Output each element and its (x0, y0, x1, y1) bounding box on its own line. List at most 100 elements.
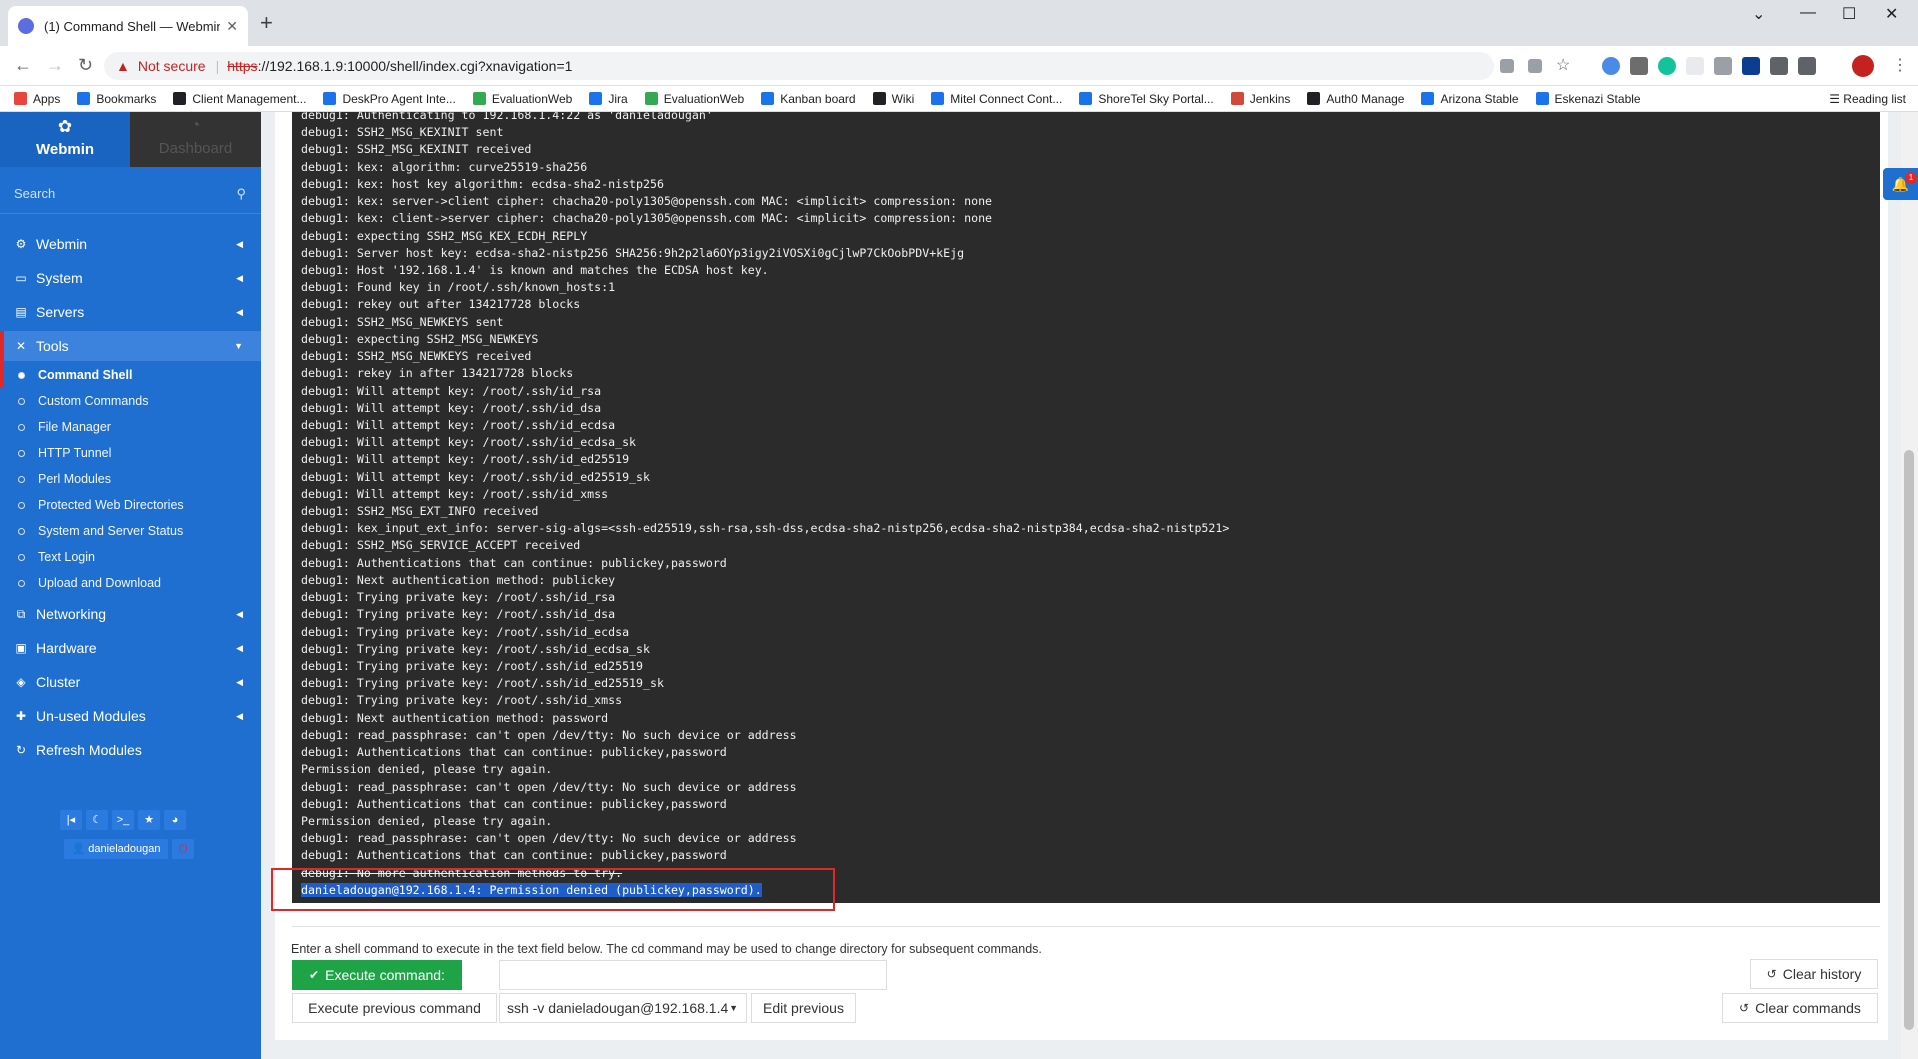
previous-command-value: ssh -v danieladougan@192.168.1.4 (507, 1000, 729, 1016)
sidebar-category-label: System (36, 270, 83, 286)
bookmark-star-icon[interactable]: ☆ (1556, 55, 1574, 74)
clear-commands-button[interactable]: ↺ Clear commands (1722, 993, 1878, 1023)
extension-g-icon[interactable] (1630, 57, 1648, 75)
shell-output-line: debug1: Authenticating to 192.168.1.4:22… (301, 112, 713, 122)
bookmark-item[interactable]: Auth0 Manage (1307, 92, 1404, 106)
bookmark-item[interactable]: DeskPro Agent Inte... (323, 91, 456, 106)
not-secure-label[interactable]: Not secure (138, 58, 206, 74)
forward-icon[interactable]: → (46, 55, 64, 76)
sidebar-category-system[interactable]: ▭ System ◀ (0, 263, 261, 293)
tab-search-icon[interactable]: ⌄ (1752, 4, 1765, 24)
bookmark-label: Jira (608, 91, 628, 106)
browser-tab-bar: (1) Command Shell — Webmin 1 ✕ + ⌄ — ☐ ✕ (0, 0, 1918, 46)
bookmark-item[interactable]: Wiki (872, 92, 914, 106)
sidebar-item-command-shell[interactable]: Command Shell (0, 362, 261, 388)
sidebar-item-http-tunnel[interactable]: HTTP Tunnel (0, 440, 261, 466)
browser-tab[interactable]: (1) Command Shell — Webmin 1 ✕ (8, 6, 248, 46)
bookmark-label: DeskPro Agent Inte... (342, 91, 456, 106)
bookmark-item[interactable]: EvaluationWeb (644, 92, 744, 106)
sidebar-category-tools[interactable]: ✕ Tools ▼ (0, 331, 261, 361)
extension-globe-icon[interactable] (1602, 57, 1620, 75)
sidebar-item-text-login[interactable]: Text Login (0, 544, 261, 570)
search-icon[interactable]: ⚲ (236, 186, 246, 202)
browser-menu-icon[interactable]: ⋮ (1892, 55, 1910, 74)
grammarly-icon[interactable] (1658, 57, 1676, 75)
sidebar-item-system-and-server-status[interactable]: System and Server Status (0, 518, 261, 544)
cluster-icon: ◈ (16, 675, 26, 689)
bookmark-item[interactable]: EvaluationWeb (472, 92, 572, 106)
extension-settings-icon[interactable] (1714, 57, 1732, 75)
close-window-icon[interactable]: ✕ (1885, 4, 1898, 24)
new-tab-button[interactable]: + (260, 12, 273, 34)
edit-previous-button[interactable]: Edit previous (751, 993, 856, 1023)
shell-output-line: debug1: Will attempt key: /root/.ssh/id_… (301, 486, 609, 501)
extension-arc-icon[interactable] (1742, 57, 1760, 75)
extension-blank-icon[interactable] (1686, 57, 1704, 75)
warning-icon: ▲ (116, 58, 130, 74)
shell-output-line: debug1: Authentications that can continu… (301, 848, 727, 863)
reload-icon[interactable]: ↻ (78, 55, 93, 76)
bookmark-item[interactable]: Client Management... (173, 92, 306, 106)
notifications-off-icon[interactable] (1500, 59, 1514, 73)
sidebar-category-webmin[interactable]: ⚙ Webmin ◀ (0, 229, 261, 259)
shell-output-line: debug1: read_passphrase: can't open /dev… (301, 727, 797, 742)
share-icon[interactable] (1528, 59, 1542, 73)
execute-command-button[interactable]: ✔ Execute command: (292, 960, 462, 990)
profile-avatar-icon[interactable] (1852, 55, 1874, 77)
maximize-icon[interactable]: ☐ (1842, 4, 1856, 24)
sidebar-item-protected-web-directories[interactable]: Protected Web Directories (0, 492, 261, 518)
shell-output-line: debug1: Will attempt key: /root/.ssh/id_… (301, 452, 630, 467)
previous-command-select[interactable]: ssh -v danieladougan@192.168.1.4 ▼ (499, 993, 747, 1023)
sidebar-category-hardware[interactable]: ▣ Hardware ◀ (0, 633, 261, 663)
bookmark-item[interactable]: Mitel Connect Cont... (931, 92, 1062, 106)
sidebar-category-un-used-modules[interactable]: ✚ Un-used Modules ◀ (0, 701, 261, 731)
night-mode-icon[interactable]: ☾ (86, 810, 108, 830)
clear-history-button[interactable]: ↺ Clear history (1750, 959, 1878, 989)
reading-list-button[interactable]: ☰ Reading list (1829, 92, 1906, 106)
history-icon: ↺ (1766, 967, 1777, 981)
theme-palette-icon[interactable]: ◕ (164, 810, 186, 830)
sidebar-item-file-manager[interactable]: File Manager (0, 414, 261, 440)
extensions-puzzle-icon[interactable] (1770, 57, 1788, 75)
sidebar-item-upload-and-download[interactable]: Upload and Download (0, 570, 261, 596)
terminal-icon[interactable]: >_ (112, 810, 134, 830)
user-profile-button[interactable]: 👤 danieladougan (64, 839, 168, 859)
shell-output-line: debug1: Host '192.168.1.4' is known and … (301, 262, 769, 277)
bookmark-item[interactable]: Kanban board (761, 91, 856, 106)
url-field[interactable]: ▲ Not secure | https ://192.168.1.9:1000… (104, 52, 1494, 80)
shell-output-line: Permission denied, please try again. (301, 813, 553, 828)
collapse-icon[interactable]: |◂ (60, 810, 82, 830)
back-icon[interactable]: ← (14, 55, 32, 76)
command-input[interactable] (499, 960, 887, 990)
page-scrollbar-thumb[interactable] (1904, 450, 1914, 1030)
logout-icon[interactable]: ⏻ (172, 839, 194, 859)
chevron-down-icon: ▼ (234, 341, 243, 351)
bookmark-item[interactable]: Jenkins (1230, 92, 1290, 106)
bookmark-item[interactable]: Arizona Stable (1421, 92, 1519, 106)
bookmark-item[interactable]: Eskenazi Stable (1535, 92, 1641, 106)
bookmark-item[interactable]: Bookmarks (77, 92, 156, 106)
sidebar-search[interactable]: Search ⚲ (14, 186, 246, 206)
shell-output-line: debug1: rekey in after 134217728 blocks (301, 366, 574, 381)
minimize-icon[interactable]: — (1800, 4, 1816, 22)
tab-close-icon[interactable]: ✕ (226, 18, 238, 35)
sidebar-item-perl-modules[interactable]: Perl Modules (0, 466, 261, 492)
bookmark-item[interactable]: Jira (589, 91, 628, 106)
sidebar-category-servers[interactable]: ▤ Servers ◀ (0, 297, 261, 327)
bookmark-item[interactable]: Apps (14, 92, 60, 106)
webmin-tab[interactable]: ✿ Webmin (0, 112, 130, 167)
sidebar-category-cluster[interactable]: ◈ Cluster ◀ (0, 667, 261, 697)
sidebar-category-refresh-modules[interactable]: ↻ Refresh Modules (0, 735, 261, 765)
shell-output-line: debug1: kex_input_ext_info: server-sig-a… (301, 521, 1230, 536)
media-queue-icon[interactable] (1798, 57, 1816, 75)
sidebar-category-networking[interactable]: ⧉ Networking ◀ (0, 599, 261, 629)
execute-previous-button[interactable]: Execute previous command (292, 993, 497, 1023)
wrench-icon: ✕ (15, 339, 27, 353)
shell-output-line: debug1: Authentications that can continu… (301, 745, 727, 760)
bookmark-item[interactable]: ShoreTel Sky Portal... (1079, 92, 1214, 106)
execute-command-label: Execute command: (325, 967, 445, 983)
dashboard-tab[interactable]: ◔ Dashboard (130, 112, 261, 167)
bookmark-label: Kanban board (780, 91, 856, 106)
sidebar-item-custom-commands[interactable]: Custom Commands (0, 388, 261, 414)
favorites-star-icon[interactable]: ★ (138, 810, 160, 830)
